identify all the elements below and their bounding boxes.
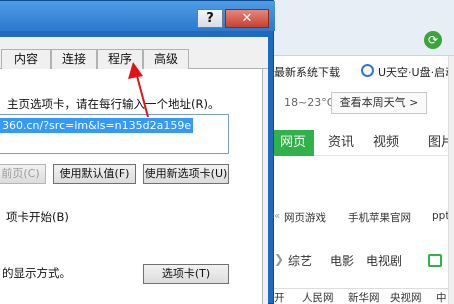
search-nav: 网页 资讯 视频 图片 (268, 130, 454, 156)
site-link[interactable]: ppt (432, 210, 449, 222)
tab-strip: 内容 连接 程序 高级 (0, 49, 268, 69)
category-link[interactable]: 电影 (330, 252, 354, 269)
browser-toolbar: ⟳ (268, 0, 454, 56)
dialog-titlebar[interactable]: ? ✕ (0, 1, 275, 31)
news-link[interactable]: 央视网 (390, 290, 422, 304)
startup-option-label: 项卡开始(B) (6, 210, 69, 224)
tab-programs[interactable]: 程序 (97, 49, 143, 69)
homepage-url-textarea[interactable]: 360.cn/?src=lm&ls=n135d2a159e (0, 114, 229, 154)
nav-tab-news[interactable]: 资讯 (328, 130, 354, 156)
video-categories: ❯ 综艺 电影 电视剧 (268, 250, 454, 272)
dialog-client: 内容 连接 程序 高级 主页选项卡，请在每行输入一个地址(R)。 360.cn/… (0, 37, 268, 304)
browser-window: ⟳ 最新系统下载 U天空·U盘·启动 18~23°C 查看本周天气 > 网页 资… (268, 0, 454, 304)
news-link[interactable]: 开 (274, 290, 285, 304)
refresh-icon[interactable]: ⟳ (424, 31, 442, 49)
use-default-button[interactable]: 使用默认值(F) (53, 164, 136, 184)
weather-week-button[interactable]: 查看本周天气 > (331, 92, 427, 114)
nav-tab-web[interactable]: 网页 (272, 130, 315, 156)
tab-content[interactable]: 内容 (1, 49, 51, 69)
tabs-display-label: 的显示方式。 (2, 266, 71, 280)
homepage-instruction: 主页选项卡，请在每行输入一个地址(R)。 (7, 97, 220, 111)
news-link[interactable]: 新华网 (348, 290, 380, 304)
browser-scrollbar[interactable] (448, 56, 454, 304)
category-link[interactable]: 电视剧 (366, 252, 402, 269)
category-link[interactable]: 综艺 (288, 252, 312, 269)
site-link[interactable]: 手机苹果官网 (348, 210, 411, 225)
nav-tab-video[interactable]: 视频 (373, 130, 399, 156)
news-links: 开 人民网 新华网 央视网 中 (268, 288, 454, 304)
tabs-settings-button[interactable]: 选项卡(T) (143, 264, 229, 284)
homepage-url-text: 360.cn/?src=lm&ls=n135d2a159e (0, 118, 194, 133)
screen: ⟳ 最新系统下载 U天空·U盘·启动 18~23°C 查看本周天气 > 网页 资… (0, 0, 454, 304)
tab-advanced[interactable]: 高级 (143, 49, 189, 69)
use-new-tab-button[interactable]: 使用新选项卡(U) (143, 164, 229, 184)
news-link[interactable]: 人民网 (302, 290, 334, 304)
internet-options-dialog: ? ✕ 内容 连接 程序 高级 主页选项卡，请在每行输入一个地址(R)。 360… (0, 0, 275, 304)
use-current-button[interactable]: 前页(C) (0, 164, 46, 184)
tab-panel: 主页选项卡，请在每行输入一个地址(R)。 360.cn/?src=lm&ls=n… (0, 69, 263, 304)
ie-icon (361, 64, 374, 77)
favorite-link[interactable]: 最新系统下载 (274, 64, 340, 80)
news-link[interactable]: 中 (436, 290, 447, 304)
tv-icon (428, 254, 442, 267)
close-button[interactable]: ✕ (225, 9, 269, 28)
weather-text: 18~23°C (284, 96, 335, 109)
site-links: « 网页游戏 手机苹果官网 ppt (274, 210, 450, 225)
site-link[interactable]: 网页游戏 (284, 210, 326, 225)
favorite-link[interactable]: U天空·U盘·启动 (378, 64, 454, 80)
help-button[interactable]: ? (197, 9, 223, 28)
tab-connections[interactable]: 连接 (51, 49, 97, 69)
favorites-bar: 最新系统下载 U天空·U盘·启动 (268, 60, 454, 82)
